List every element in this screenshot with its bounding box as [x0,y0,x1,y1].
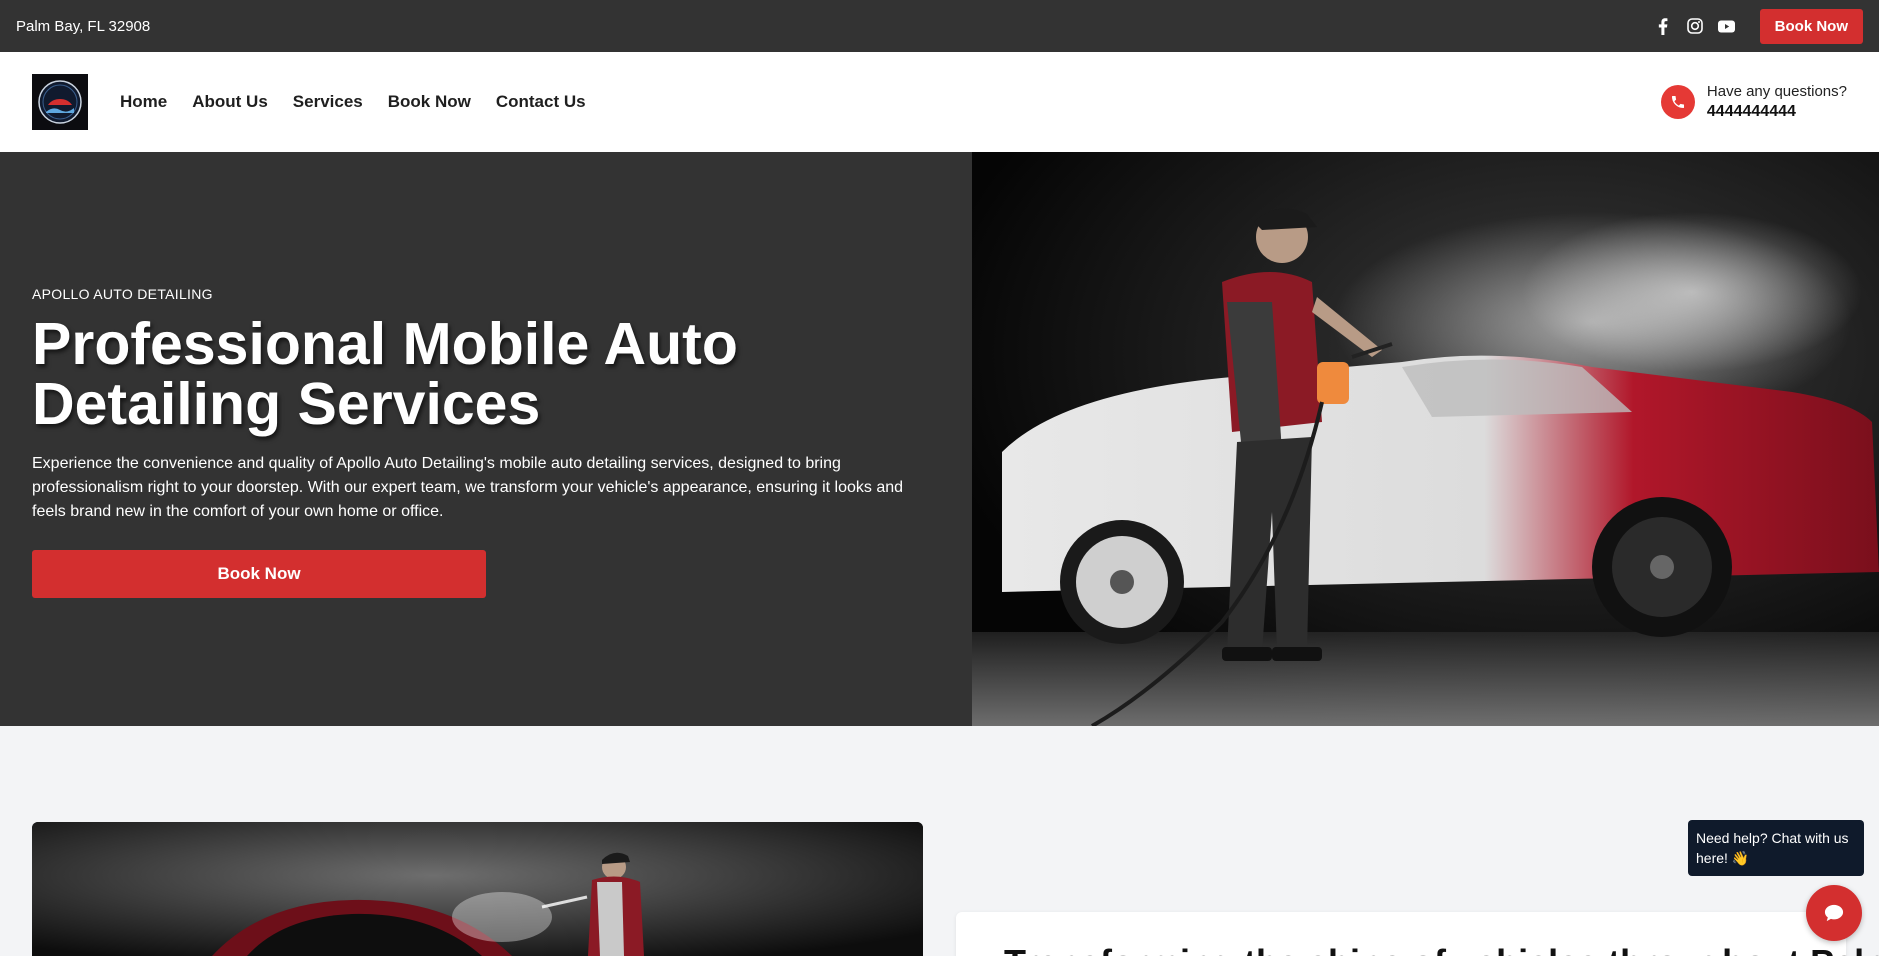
chat-bubble[interactable]: Need help? Chat with us here! 👋 [1688,820,1864,876]
contact-text: Have any questions? 4444444444 [1707,83,1847,121]
youtube-icon[interactable] [1718,17,1736,35]
hero-title: Professional Mobile Auto Detailing Servi… [32,311,738,437]
logo[interactable] [32,74,88,130]
hero-book-now-button[interactable]: Book Now [32,550,486,598]
nav-item-services[interactable]: Services [293,92,363,112]
hero-content: APOLLO AUTO DETAILING Professional Mobil… [32,286,932,598]
hero-eyebrow: APOLLO AUTO DETAILING [32,286,213,302]
phone-number[interactable]: 4444444444 [1707,103,1847,121]
about-image [32,822,923,956]
questions-label: Have any questions? [1706,83,1847,100]
facebook-icon[interactable] [1654,17,1672,35]
hero-section: APOLLO AUTO DETAILING Professional Mobil… [0,152,972,726]
nav-item-home[interactable]: Home [120,92,167,112]
topbar-right: Book Now [1654,8,1863,44]
chat-button[interactable] [1806,885,1862,941]
intro-card: Transforming the shine of vehicles throu… [956,912,1879,956]
main-nav: Home About Us Services Book Now Contact … [0,52,1879,152]
hero-image [972,152,1879,726]
contact-block: Have any questions? 4444444444 [1660,83,1847,121]
location-text: Palm Bay, FL 32908 [16,17,151,35]
nav-menu: Home About Us Services Book Now Contact … [120,92,586,112]
book-now-top-button[interactable]: Book Now [1759,8,1863,44]
section-title: Transforming the shine of vehicles throu… [1004,942,1879,956]
nav-item-about-us[interactable]: About Us [192,92,268,112]
hero-description: Experience the convenience and quality o… [32,455,904,520]
chat-icon [1824,904,1844,922]
instagram-icon[interactable] [1686,17,1704,35]
phone-icon[interactable] [1660,85,1695,119]
top-bar: Palm Bay, FL 32908 Book Now [0,0,1879,52]
nav-item-book-now[interactable]: Book Now [388,92,471,112]
nav-item-contact-us[interactable]: Contact Us [496,92,586,112]
